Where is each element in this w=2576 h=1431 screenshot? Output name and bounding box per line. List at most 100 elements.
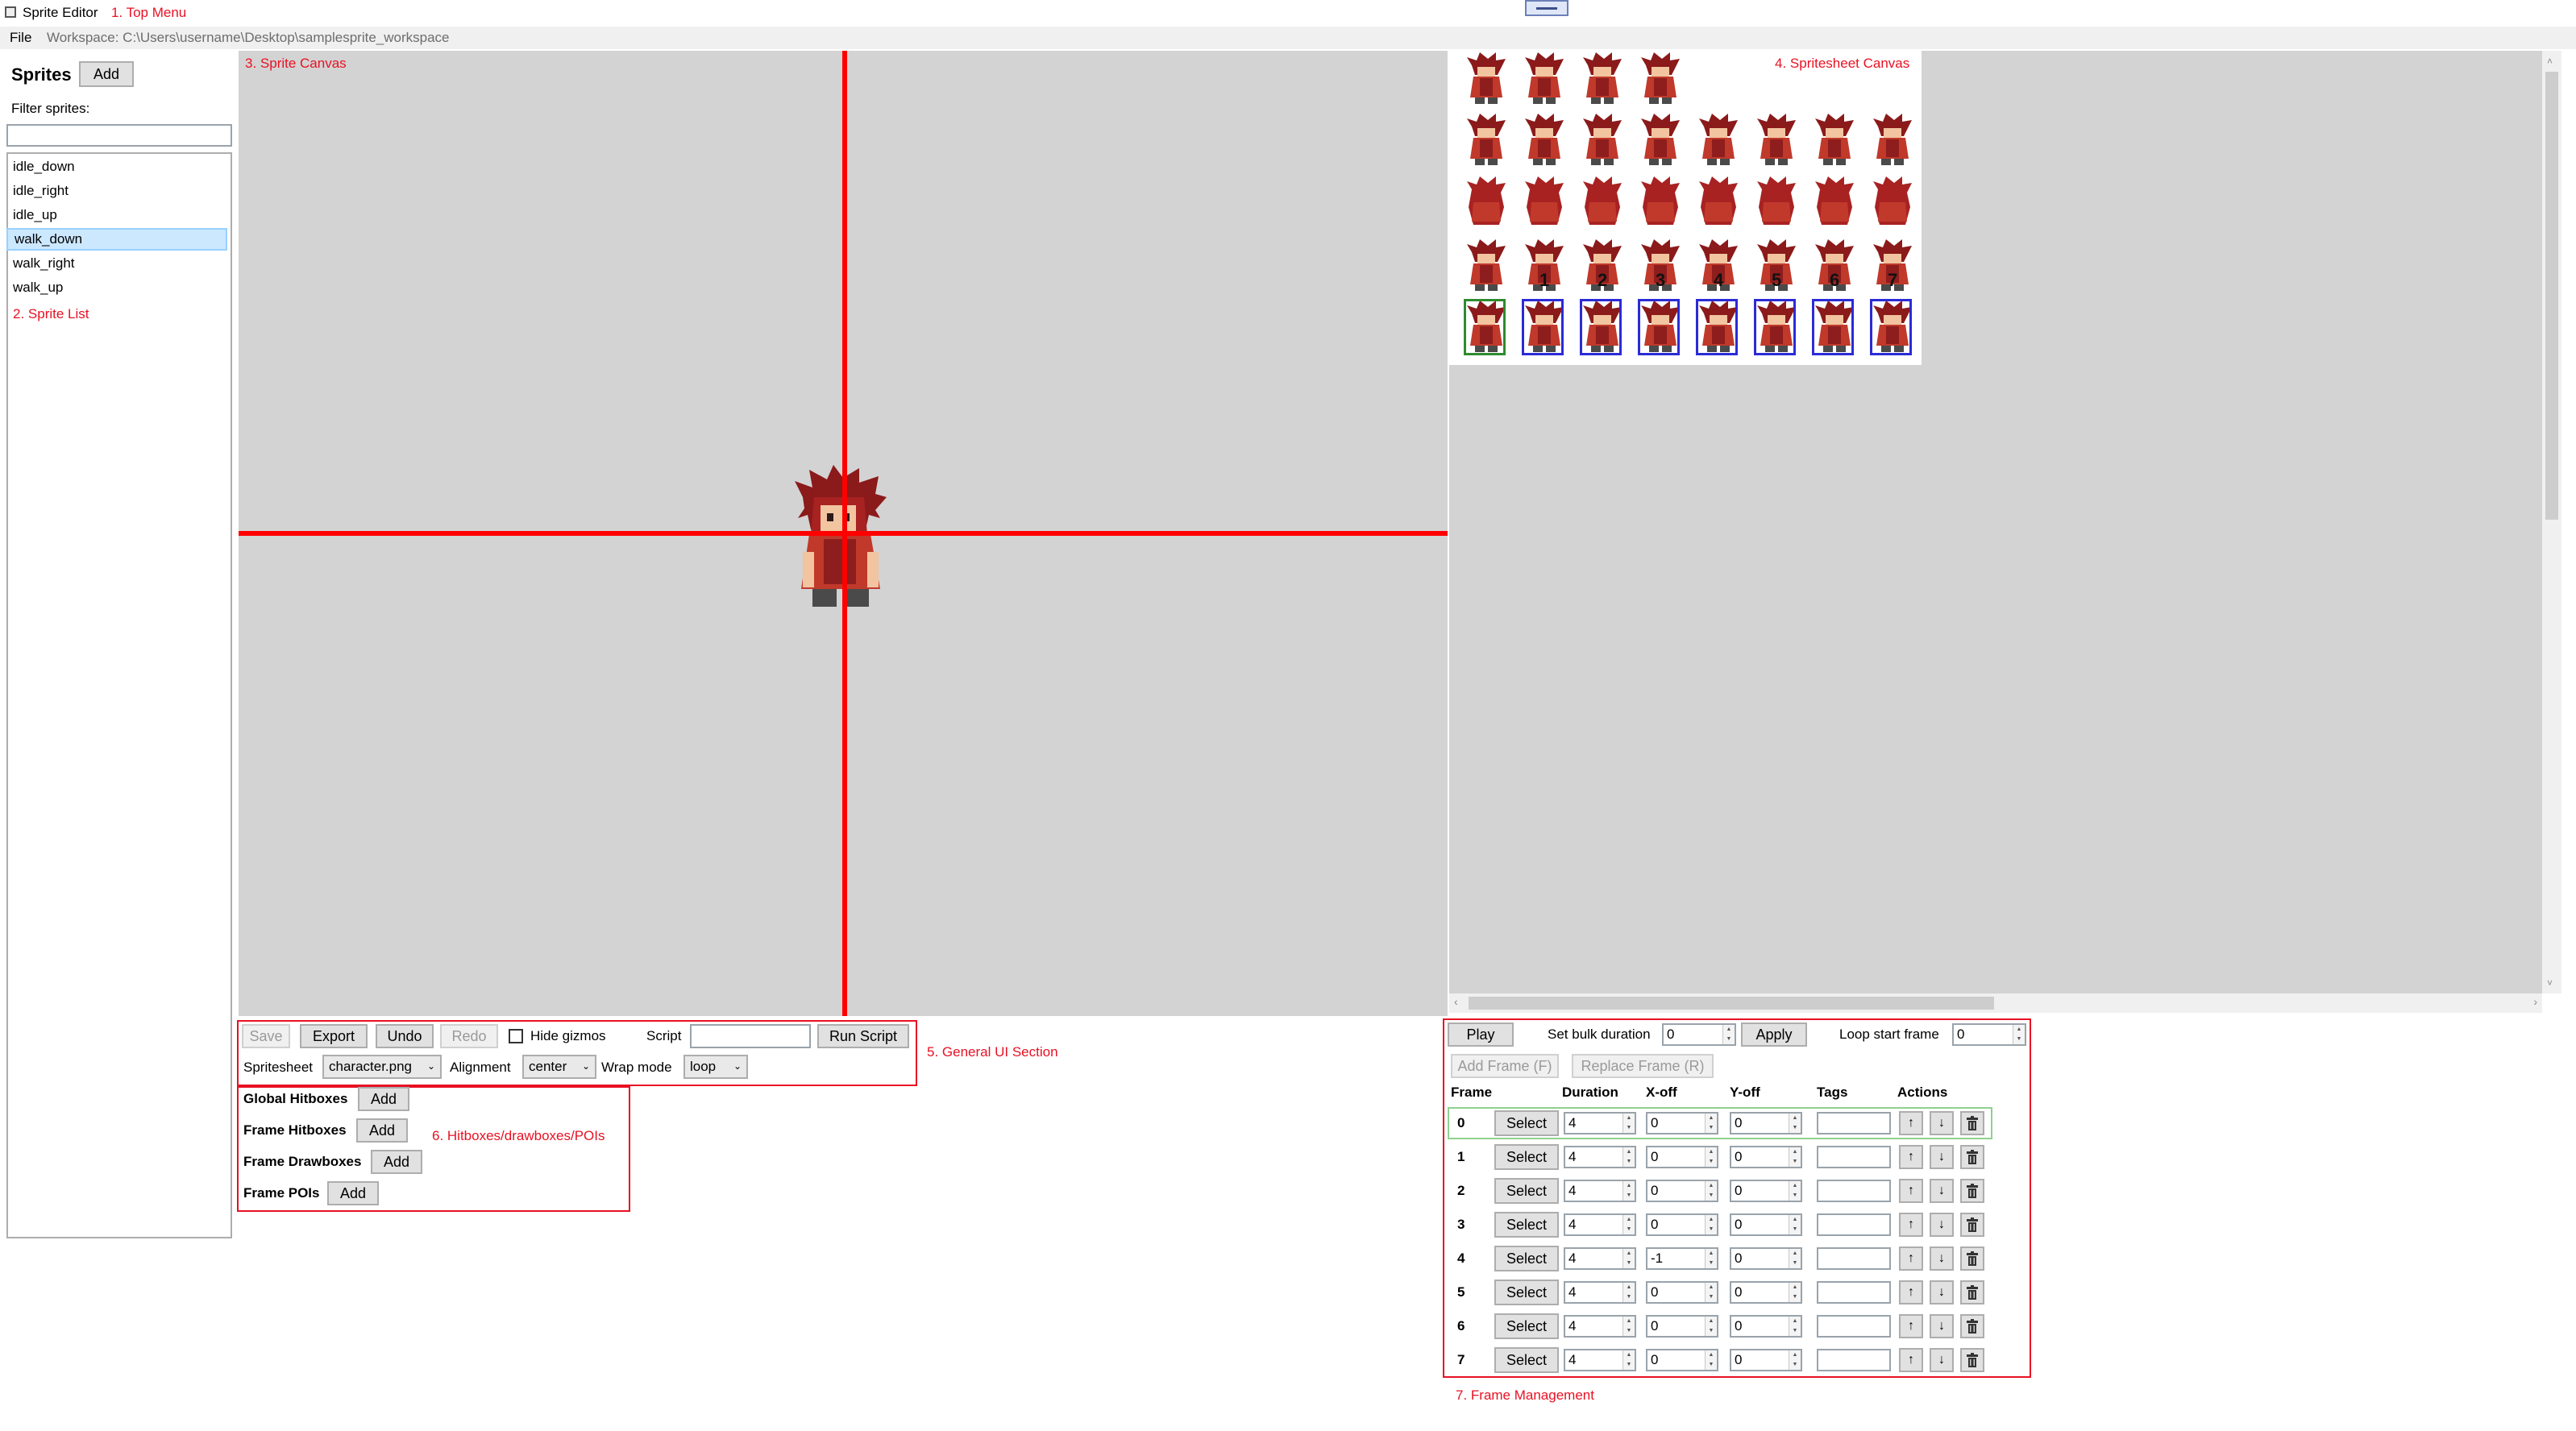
spinner-arrows-icon[interactable]: ▲ ▼ [1789, 1181, 1801, 1201]
loop-start-input[interactable]: 0 ▲ ▼ [1952, 1023, 2026, 1046]
spritesheet-frame[interactable]: 2 [1580, 238, 1625, 294]
vertical-scroll-thumb[interactable] [2545, 72, 2558, 520]
spritesheet-frame[interactable] [1696, 299, 1741, 355]
sprite-list-item[interactable]: walk_right [6, 252, 227, 275]
spritesheet-frame[interactable] [1870, 175, 1915, 231]
duration-input[interactable]: 4 ▲ ▼ [1564, 1315, 1636, 1338]
spinner-arrows-icon[interactable]: ▲ ▼ [1789, 1350, 1801, 1370]
spritesheet-frame[interactable] [1580, 51, 1625, 107]
move-up-button[interactable]: ↑ [1899, 1179, 1923, 1203]
yoff-input[interactable]: 0 ▲ ▼ [1730, 1349, 1802, 1371]
duration-input[interactable]: 4 ▲ ▼ [1564, 1146, 1636, 1168]
spritesheet-frame[interactable] [1638, 112, 1683, 168]
frame-hitboxes-add-button[interactable]: Add [356, 1118, 408, 1143]
spinner-arrows-icon[interactable]: ▲ ▼ [1622, 1114, 1635, 1133]
spinner-arrows-icon[interactable]: ▲ ▼ [1789, 1147, 1801, 1167]
spritesheet-frame[interactable] [1464, 299, 1509, 355]
spinner-arrows-icon[interactable]: ▲ ▼ [1789, 1249, 1801, 1268]
delete-frame-button[interactable] [1960, 1145, 1984, 1169]
spritesheet-frame[interactable]: 6 [1812, 238, 1857, 294]
spinner-arrows-icon[interactable]: ▲ ▼ [1705, 1317, 1717, 1336]
sprite-list-item[interactable]: walk_down [6, 228, 227, 251]
yoff-input[interactable]: 0 ▲ ▼ [1730, 1247, 1802, 1270]
move-up-button[interactable]: ↑ [1899, 1145, 1923, 1169]
duration-input[interactable]: 4 ▲ ▼ [1564, 1247, 1636, 1270]
sprite-list-item[interactable]: idle_up [6, 204, 227, 226]
spritesheet-frame[interactable] [1754, 175, 1799, 231]
duration-input[interactable]: 4 ▲ ▼ [1564, 1281, 1636, 1304]
yoff-input[interactable]: 0 ▲ ▼ [1730, 1180, 1802, 1202]
yoff-input[interactable]: 0 ▲ ▼ [1730, 1112, 1802, 1134]
yoff-input[interactable]: 0 ▲ ▼ [1730, 1315, 1802, 1338]
undo-button[interactable]: Undo [376, 1024, 434, 1048]
spritesheet-frame[interactable] [1464, 112, 1509, 168]
horizontal-scrollbar[interactable]: ‹ › [1449, 993, 2542, 1013]
run-script-button[interactable]: Run Script [817, 1024, 909, 1048]
spinner-arrows-icon[interactable]: ▲ ▼ [1622, 1283, 1635, 1302]
add-frame-button[interactable]: Add Frame (F) [1451, 1054, 1559, 1078]
spinner-arrows-icon[interactable]: ▲ ▼ [1705, 1249, 1717, 1268]
hide-gizmos-checkbox[interactable] [509, 1029, 523, 1043]
spinner-arrows-icon[interactable]: ▲ ▼ [1705, 1350, 1717, 1370]
spritesheet-frame[interactable] [1638, 51, 1683, 107]
duration-input[interactable]: 4 ▲ ▼ [1564, 1112, 1636, 1134]
move-down-button[interactable]: ↓ [1930, 1246, 1954, 1271]
delete-frame-button[interactable] [1960, 1280, 1984, 1304]
xoff-input[interactable]: 0 ▲ ▼ [1646, 1146, 1718, 1168]
spritesheet-frame[interactable] [1696, 175, 1741, 231]
spinner-arrows-icon[interactable]: ▲ ▼ [1789, 1283, 1801, 1302]
move-up-button[interactable]: ↑ [1899, 1314, 1923, 1338]
spritesheet-frame[interactable] [1812, 175, 1857, 231]
select-frame-button[interactable]: Select [1494, 1280, 1559, 1305]
xoff-input[interactable]: 0 ▲ ▼ [1646, 1180, 1718, 1202]
spinner-arrows-icon[interactable]: ▲ ▼ [1705, 1215, 1717, 1234]
filter-input[interactable] [6, 124, 232, 147]
spritesheet-frame[interactable] [1870, 299, 1915, 355]
vertical-scrollbar[interactable]: ˄ ˅ [2542, 51, 2561, 993]
xoff-input[interactable]: 0 ▲ ▼ [1646, 1315, 1718, 1338]
delete-frame-button[interactable] [1960, 1348, 1984, 1372]
spritesheet-frame[interactable]: 7 [1870, 238, 1915, 294]
yoff-input[interactable]: 0 ▲ ▼ [1730, 1281, 1802, 1304]
xoff-input[interactable]: -1 ▲ ▼ [1646, 1247, 1718, 1270]
spritesheet-frame[interactable] [1580, 299, 1625, 355]
spritesheet-frame[interactable] [1464, 238, 1509, 294]
spinner-arrows-icon[interactable]: ▲ ▼ [1622, 1147, 1635, 1167]
frame-pois-add-button[interactable]: Add [327, 1181, 379, 1205]
spritesheet-frame[interactable] [1754, 112, 1799, 168]
spritesheet-frame[interactable] [1522, 175, 1567, 231]
tags-input[interactable] [1817, 1146, 1891, 1168]
delete-frame-button[interactable] [1960, 1314, 1984, 1338]
menu-file[interactable]: File [10, 30, 31, 46]
spinner-arrows-icon[interactable]: ▲ ▼ [1705, 1181, 1717, 1201]
tags-input[interactable] [1817, 1112, 1891, 1134]
wrap-mode-select[interactable]: loop ⌄ [683, 1055, 748, 1079]
sprite-list-item[interactable]: idle_right [6, 180, 227, 202]
duration-input[interactable]: 4 ▲ ▼ [1564, 1180, 1636, 1202]
spinner-arrows-icon[interactable]: ▲ ▼ [1622, 1215, 1635, 1234]
alignment-select[interactable]: center ⌄ [522, 1055, 596, 1079]
move-down-button[interactable]: ↓ [1930, 1314, 1954, 1338]
xoff-input[interactable]: 0 ▲ ▼ [1646, 1112, 1718, 1134]
redo-button[interactable]: Redo [440, 1024, 498, 1048]
spritesheet-frame[interactable] [1580, 112, 1625, 168]
spritesheet-frame[interactable]: 1 [1522, 238, 1567, 294]
spritesheet-frame[interactable] [1754, 299, 1799, 355]
tags-input[interactable] [1817, 1180, 1891, 1202]
spinner-arrows-icon[interactable]: ▲ ▼ [1789, 1317, 1801, 1336]
yoff-input[interactable]: 0 ▲ ▼ [1730, 1146, 1802, 1168]
spritesheet-frame[interactable] [1522, 112, 1567, 168]
move-down-button[interactable]: ↓ [1930, 1179, 1954, 1203]
spritesheet-frame[interactable] [1464, 175, 1509, 231]
spritesheet-frame[interactable] [1812, 299, 1857, 355]
xoff-input[interactable]: 0 ▲ ▼ [1646, 1213, 1718, 1236]
move-up-button[interactable]: ↑ [1899, 1111, 1923, 1135]
spinner-arrows-icon[interactable]: ▲ ▼ [2013, 1025, 2025, 1044]
delete-frame-button[interactable] [1960, 1213, 1984, 1237]
move-up-button[interactable]: ↑ [1899, 1246, 1923, 1271]
spinner-arrows-icon[interactable]: ▲ ▼ [1789, 1215, 1801, 1234]
replace-frame-button[interactable]: Replace Frame (R) [1572, 1054, 1714, 1078]
spritesheet-frame[interactable] [1812, 112, 1857, 168]
spritesheet-frame[interactable] [1522, 299, 1567, 355]
select-frame-button[interactable]: Select [1494, 1347, 1559, 1373]
